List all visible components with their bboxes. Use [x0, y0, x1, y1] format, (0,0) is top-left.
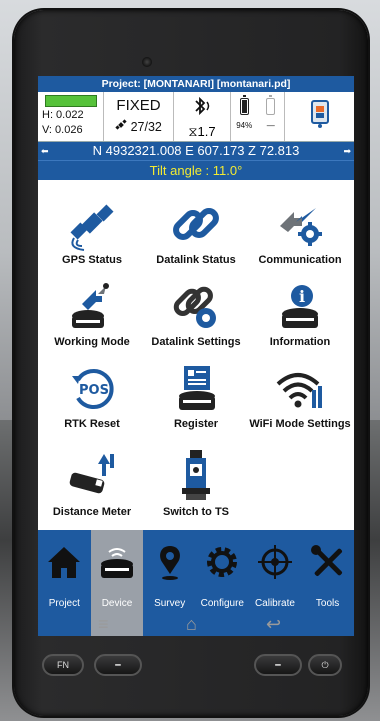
menu-label: RTK Reset: [64, 418, 120, 430]
menu-gps-status[interactable]: GPS Status: [40, 196, 144, 267]
arrow-right-icon[interactable]: ➡: [343, 142, 351, 160]
link-icon: [168, 196, 224, 252]
menu-datalink-status[interactable]: Datalink Status: [144, 196, 248, 267]
link-age-value: 1.7: [197, 124, 216, 139]
battery-1-level: 94%: [236, 121, 253, 130]
app-screen: Project: [MONTANARI] [montanari.pd] H: 0…: [38, 76, 354, 636]
menu-label: GPS Status: [62, 254, 122, 266]
menu-label: Register: [173, 418, 219, 430]
menu-register[interactable]: Register: [144, 360, 248, 431]
menu-communication[interactable]: Communication: [248, 196, 352, 267]
status-panel: H: 0.022 V: 0.026 FIXED 27/32 ⧖1.7 94% —: [38, 92, 354, 142]
back-icon[interactable]: ↩: [266, 614, 281, 635]
device-menu-grid: GPS Status Datalink Status Communication…: [38, 182, 354, 530]
rover-cell[interactable]: [285, 92, 354, 141]
tilt-angle: Tilt angle : 11.0°: [38, 160, 354, 180]
nav-label: Configure: [200, 598, 244, 609]
tools-icon: [308, 542, 348, 582]
nav-label: Tools: [315, 598, 340, 609]
pos-reset-icon: POS: [64, 360, 120, 416]
wifi-icon: [272, 360, 328, 416]
register-icon: [168, 360, 224, 416]
battery-cell[interactable]: 94% —: [231, 92, 285, 141]
menu-label: Distance Meter: [52, 506, 132, 518]
nav-label: Project: [48, 598, 80, 609]
hourglass-icon: ⧖: [188, 124, 198, 139]
right-soft-key[interactable]: ━: [254, 654, 302, 676]
menu-label: Switch to TS: [163, 506, 229, 518]
battery-2-level: —: [266, 121, 275, 130]
communication-icon: [272, 196, 328, 252]
menu-rtk-reset[interactable]: POS RTK Reset: [40, 360, 144, 431]
satellite-small-icon: [115, 119, 130, 134]
nav-label: Calibrate: [254, 598, 295, 609]
distance-meter-icon: [64, 448, 120, 504]
nav-configure[interactable]: Configure: [196, 530, 249, 636]
battery-1-icon: [239, 95, 249, 115]
menu-distance-meter[interactable]: Distance Meter: [40, 448, 144, 519]
map-pin-icon: [150, 542, 190, 582]
satellite-count: 27/32: [104, 119, 173, 134]
link-settings-icon: [168, 278, 224, 334]
link-cell[interactable]: ⧖1.7: [174, 92, 231, 141]
left-soft-key[interactable]: ━: [94, 654, 142, 676]
link-age: ⧖1.7: [174, 124, 230, 140]
nav-label: Survey: [154, 598, 186, 609]
battery-2-icon: [266, 95, 276, 115]
power-button[interactable]: ⏻: [308, 654, 342, 676]
svg-text:POS: POS: [79, 383, 109, 398]
info-icon: i: [272, 278, 328, 334]
arrow-left-icon[interactable]: ⬅: [41, 142, 49, 160]
home-button-icon[interactable]: ⌂: [186, 614, 197, 635]
menu-datalink-settings[interactable]: Datalink Settings: [144, 278, 248, 349]
receiver-icon: [97, 542, 137, 582]
coordinates: N 4932321.008 E 607.173 Z 72.813: [92, 143, 300, 158]
menu-working-mode[interactable]: Working Mode: [40, 278, 144, 349]
nav-label: Device: [101, 598, 133, 609]
coordinates-bar: ⬅ N 4932321.008 E 607.173 Z 72.813 ➡: [38, 142, 354, 160]
menu-label: Datalink Status: [156, 254, 236, 266]
satellite-count-value: 27/32: [130, 120, 162, 134]
menu-information[interactable]: i Information: [248, 278, 352, 349]
working-mode-icon: [64, 278, 120, 334]
rover-icon: [309, 99, 331, 134]
precision-cell[interactable]: H: 0.022 V: 0.026: [38, 92, 104, 141]
h-precision: H: 0.022: [42, 109, 84, 121]
project-title: Project: [MONTANARI] [montanari.pd]: [38, 76, 354, 92]
home-icon: [44, 542, 84, 582]
menu-label: Communication: [258, 254, 342, 266]
menu-label: WiFi Mode Settings: [249, 418, 351, 430]
fix-state: FIXED: [116, 97, 161, 114]
fix-cell[interactable]: FIXED 27/32: [104, 92, 174, 141]
nav-tools[interactable]: Tools: [301, 530, 354, 636]
svg-text:i: i: [299, 287, 305, 306]
menu-label: Information: [269, 336, 331, 348]
gear-icon: [202, 542, 242, 582]
satellite-icon: [64, 196, 120, 252]
menu-icon[interactable]: ≡: [98, 614, 109, 635]
menu-label: Working Mode: [54, 336, 130, 348]
v-precision: V: 0.026: [42, 124, 83, 136]
fn-button[interactable]: FN: [42, 654, 84, 676]
precision-bar: [45, 95, 97, 107]
bluetooth-icon: [174, 96, 230, 121]
menu-switch-to-ts[interactable]: Switch to TS: [144, 448, 248, 519]
total-station-icon: [168, 448, 224, 504]
nav-project[interactable]: Project: [38, 530, 91, 636]
menu-label: Datalink Settings: [151, 336, 241, 348]
camera-icon: [142, 57, 152, 67]
crosshair-icon: [255, 542, 295, 582]
menu-wifi-mode-settings[interactable]: WiFi Mode Settings: [248, 360, 352, 431]
